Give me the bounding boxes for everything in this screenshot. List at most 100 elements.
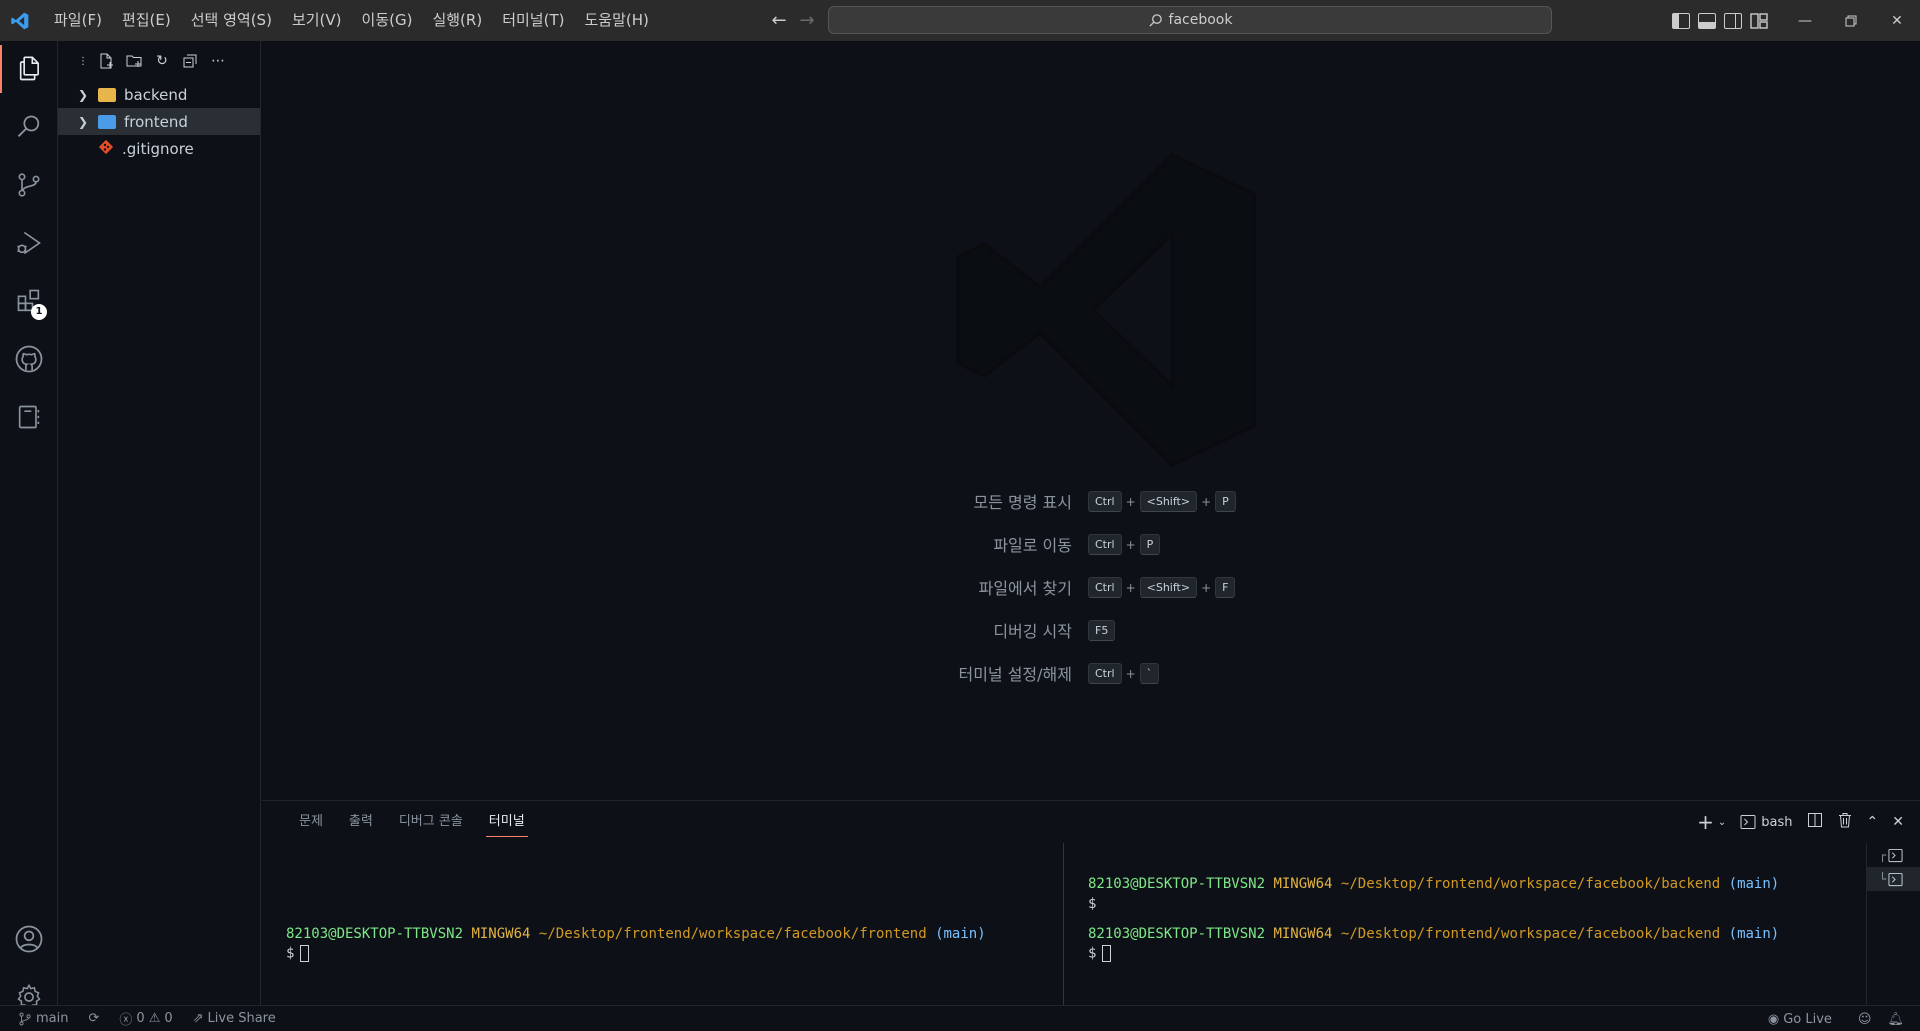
title-bar: 파일(F) 편집(E) 선택 영역(S) 보기(V) 이동(G) 실행(R) 터… <box>0 0 1920 41</box>
terminal-tab-1[interactable]: ┌ <box>1867 843 1920 867</box>
notifications-bell-icon[interactable]: 🔔︎ <box>1879 1012 1920 1027</box>
key-cap: ` <box>1139 663 1160 684</box>
shortcut-label: 터미널 설정/해제 <box>958 665 1072 684</box>
source-control-icon[interactable] <box>0 161 58 209</box>
shortcut-keys: Ctrl + <Shift> + P <box>1088 491 1236 512</box>
key-cap: Ctrl <box>1088 491 1122 512</box>
run-debug-icon[interactable] <box>0 219 58 267</box>
tab-output[interactable]: 출력 <box>336 801 386 843</box>
extensions-icon[interactable]: 1 <box>0 277 58 325</box>
key-cap: P <box>1215 491 1236 512</box>
status-live-share[interactable]: ⇗ Live Share <box>181 1011 284 1026</box>
minimize-icon[interactable]: — <box>1782 0 1828 41</box>
tab-problems[interactable]: 문제 <box>286 801 336 843</box>
menu-help[interactable]: 도움말(H) <box>574 0 658 41</box>
chevron-down-icon[interactable]: ⌄ <box>1718 817 1726 828</box>
more-actions-icon[interactable]: ⋯ <box>210 53 226 69</box>
explorer-icon[interactable] <box>0 45 58 93</box>
tab-debug-console[interactable]: 디버그 콘솔 <box>386 801 476 843</box>
vscode-logo-icon <box>0 0 40 41</box>
terminal-pane-left[interactable]: 82103@DESKTOP-TTBVSN2 MINGW64 ~/Desktop/… <box>286 843 1056 1006</box>
search-view-icon[interactable] <box>0 103 58 151</box>
broadcast-icon: ◉ <box>1767 1011 1780 1027</box>
command-center-search[interactable]: facebook <box>828 6 1552 34</box>
tree-item-gitignore[interactable]: .gitignore <box>58 135 260 162</box>
terminal-cursor <box>1102 945 1112 962</box>
shortcut-keys: Ctrl + ` <box>1088 663 1160 684</box>
tree-item-frontend[interactable]: ❯ frontend <box>58 108 260 135</box>
terminal-shell-selector[interactable]: bash <box>1740 814 1793 830</box>
shell-label: bash <box>1761 814 1793 830</box>
tree-item-label: frontend <box>124 112 188 131</box>
close-window-icon[interactable]: ✕ <box>1874 0 1920 41</box>
menu-view[interactable]: 보기(V) <box>282 0 352 41</box>
shortcut-keys: Ctrl + P <box>1088 534 1161 555</box>
new-folder-icon[interactable] <box>126 53 142 69</box>
close-panel-icon[interactable]: ✕ <box>1892 814 1904 830</box>
feedback-icon[interactable]: ☺ <box>1850 1012 1880 1027</box>
status-branch[interactable]: main <box>0 1011 76 1026</box>
menu-terminal[interactable]: 터미널(T) <box>492 0 574 41</box>
terminal-split-divider[interactable] <box>1063 843 1064 1006</box>
menu-go[interactable]: 이동(G) <box>352 0 423 41</box>
status-bar: main ⟳ ⓧ 0 ⚠ 0 ⇗ Live Share ◉ Go Live ☺ … <box>0 1005 1920 1031</box>
key-cap: Ctrl <box>1088 663 1122 684</box>
explorer-toolbar: ⋮ ↻ ⋯ <box>58 41 260 81</box>
collapse-all-icon[interactable] <box>182 53 198 69</box>
maximize-panel-icon[interactable]: ⌃ <box>1867 814 1879 830</box>
terminal-icon <box>1740 815 1756 829</box>
shortcut-label: 파일로 이동 <box>993 536 1072 555</box>
key-cap: P <box>1139 534 1161 555</box>
tree-item-backend[interactable]: ❯ backend <box>58 81 260 108</box>
tab-terminal[interactable]: 터미널 <box>476 801 538 843</box>
status-go-live[interactable]: ◉ Go Live <box>1760 1012 1850 1027</box>
panel-actions: + ⌄ bash ⌃ ✕ <box>1697 801 1920 843</box>
kill-terminal-icon[interactable] <box>1837 812 1853 832</box>
menu-bar: 파일(F) 편집(E) 선택 영역(S) 보기(V) 이동(G) 실행(R) 터… <box>44 0 659 41</box>
new-terminal-icon[interactable]: + <box>1697 810 1714 834</box>
menu-edit[interactable]: 편집(E) <box>112 0 181 41</box>
toggle-panel-icon[interactable] <box>1698 12 1716 29</box>
shortcut-keys: Ctrl + <Shift> + F <box>1088 577 1236 598</box>
new-file-icon[interactable] <box>98 53 114 69</box>
notebook-icon[interactable] <box>0 393 58 441</box>
tree-item-label: .gitignore <box>122 139 194 158</box>
git-branch-icon <box>19 1012 31 1025</box>
key-cap: <Shift> <box>1139 491 1198 512</box>
restore-icon[interactable] <box>1828 0 1874 41</box>
accounts-icon[interactable] <box>0 915 58 963</box>
folder-icon <box>98 87 116 102</box>
terminal-icon <box>1888 872 1903 886</box>
panel-tabs: 문제 출력 디버그 콘솔 터미널 <box>262 801 1920 843</box>
sync-icon[interactable]: ⟳ <box>76 1011 107 1026</box>
git-file-icon <box>98 139 114 159</box>
key-cap: F5 <box>1088 620 1116 641</box>
extensions-badge: 1 <box>31 304 47 320</box>
refresh-icon[interactable]: ↻ <box>154 53 170 69</box>
key-cap: F <box>1215 577 1236 598</box>
key-cap: Ctrl <box>1088 577 1122 598</box>
terminal-tab-2[interactable]: └ <box>1867 867 1920 891</box>
customize-layout-icon[interactable] <box>1750 12 1768 29</box>
toggle-primary-sidebar-icon[interactable] <box>1672 12 1690 29</box>
activity-bar: 1 <box>0 41 58 1010</box>
toggle-secondary-sidebar-icon[interactable] <box>1724 12 1742 29</box>
back-arrow-icon[interactable]: ← <box>770 10 788 31</box>
layout-controls <box>1672 0 1768 41</box>
forward-arrow-icon[interactable]: → <box>798 10 816 31</box>
menu-run[interactable]: 실행(R) <box>422 0 492 41</box>
terminal-input-line: $ <box>286 945 310 962</box>
terminal-input-line: $ <box>1088 896 1097 912</box>
terminal-cursor <box>300 945 310 962</box>
status-problems[interactable]: ⓧ 0 ⚠ 0 <box>107 1009 180 1028</box>
terminal-pane-right[interactable]: 82103@DESKTOP-TTBVSN2 MINGW64 ~/Desktop/… <box>1088 843 1866 1006</box>
bottom-panel: 문제 출력 디버그 콘솔 터미널 + ⌄ bash ⌃ ✕ 82103@DESK… <box>262 800 1920 1006</box>
menu-selection[interactable]: 선택 영역(S) <box>181 0 282 41</box>
key-cap: Ctrl <box>1088 534 1122 555</box>
menu-file[interactable]: 파일(F) <box>44 0 112 41</box>
github-icon[interactable] <box>0 335 58 383</box>
terminal-area[interactable]: 82103@DESKTOP-TTBVSN2 MINGW64 ~/Desktop/… <box>262 843 1866 1006</box>
split-terminal-icon[interactable] <box>1807 812 1823 832</box>
collapse-handle-icon[interactable]: ⋮ <box>78 53 88 69</box>
shortcut-label: 디버깅 시작 <box>993 622 1072 641</box>
